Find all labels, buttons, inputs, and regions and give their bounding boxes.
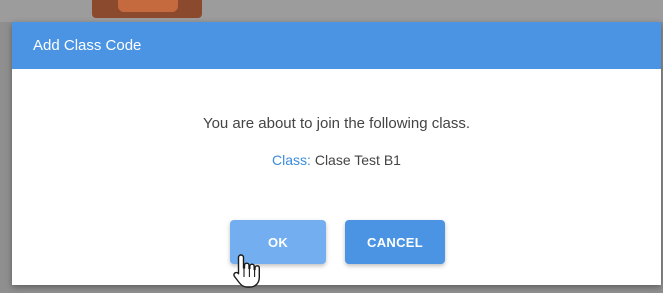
background-image-detail bbox=[118, 0, 178, 12]
add-class-code-dialog: Add Class Code You are about to join the… bbox=[12, 22, 661, 285]
dialog-body: You are about to join the following clas… bbox=[12, 115, 661, 168]
dialog-header: Add Class Code bbox=[12, 22, 661, 69]
join-message: You are about to join the following clas… bbox=[202, 115, 471, 132]
class-name: Clase Test B1 bbox=[314, 152, 401, 168]
class-info: Class: Clase Test B1 bbox=[12, 152, 661, 168]
cancel-button[interactable]: CANCEL bbox=[345, 220, 445, 264]
class-label: Class: bbox=[272, 152, 311, 168]
hand-pointer-icon bbox=[233, 254, 260, 288]
dialog-title: Add Class Code bbox=[33, 37, 142, 54]
dialog-actions: OK CANCEL bbox=[12, 220, 661, 264]
